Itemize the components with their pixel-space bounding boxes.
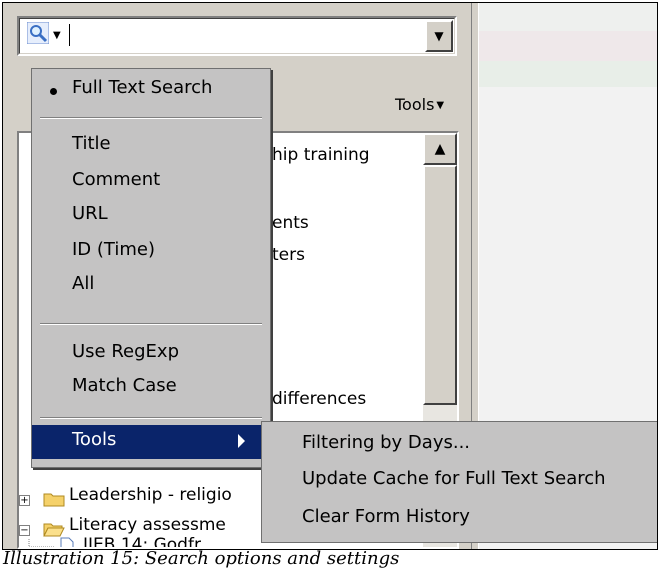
scroll-thumb[interactable] (423, 165, 457, 405)
tree-item-text[interactable]: ters (272, 245, 305, 265)
menu-item-url[interactable]: URL (32, 199, 270, 233)
menu-item-id-time[interactable]: ID (Time) (32, 235, 270, 269)
figure-caption: Illustration 15: Search options and sett… (3, 548, 400, 569)
tree-item-text[interactable]: differences (272, 389, 366, 409)
search-combobox[interactable]: ▼ ▼ (17, 16, 457, 56)
tools-label: Tools (395, 95, 435, 114)
menu-item-label: ID (Time) (72, 239, 155, 260)
chevron-down-icon: ▼ (436, 100, 445, 111)
open-folder-icon (43, 523, 65, 537)
tree-item-text[interactable]: Leadership - religio (69, 485, 232, 505)
submenu-item-clear-form-history[interactable]: Clear Form History (302, 506, 470, 527)
menu-item-title[interactable]: Title (32, 129, 270, 163)
submenu-arrow-icon (238, 434, 245, 448)
tools-menu-button[interactable]: Tools ▼ (395, 95, 444, 114)
scroll-up-icon[interactable]: ▲ (423, 133, 457, 165)
search-options-arrow-icon[interactable]: ▼ (53, 30, 61, 41)
folder-icon (43, 493, 65, 507)
menu-item-full-text-search[interactable]: Full Text Search (32, 73, 270, 107)
tree-item-text[interactable]: Literacy assessme (69, 515, 226, 535)
radio-bullet-icon (50, 88, 57, 95)
search-input[interactable] (75, 23, 409, 49)
menu-item-label: All (72, 273, 95, 294)
app-window: ▼ ▼ Tools ▼ hip training ents ters differ… (2, 2, 658, 550)
menu-item-label: Match Case (72, 375, 177, 396)
search-options-menu: Full Text Search Title Comment URL ID (T… (31, 68, 271, 468)
text-cursor (69, 24, 70, 46)
submenu-item-filtering-by-days[interactable]: Filtering by Days... (302, 432, 470, 453)
menu-separator (40, 117, 262, 119)
menu-item-label: Comment (72, 169, 161, 190)
menu-item-comment[interactable]: Comment (32, 165, 270, 199)
menu-item-match-case[interactable]: Match Case (32, 371, 270, 405)
tree-item-text[interactable]: hip training (272, 145, 370, 165)
menu-item-label: Full Text Search (72, 77, 213, 98)
menu-item-use-regexp[interactable]: Use RegExp (32, 337, 270, 371)
menu-item-label: Title (72, 133, 111, 154)
menu-item-label: Use RegExp (72, 341, 179, 362)
submenu-item-update-cache[interactable]: Update Cache for Full Text Search (302, 468, 606, 489)
collapse-icon[interactable]: − (19, 525, 30, 536)
menu-separator (40, 417, 262, 419)
tools-submenu: Filtering by Days... Update Cache for Fu… (261, 421, 657, 543)
dropdown-arrow-icon[interactable]: ▼ (425, 20, 453, 52)
tree-item-text[interactable]: ents (272, 213, 309, 233)
expand-icon[interactable]: + (19, 495, 30, 506)
menu-item-label: URL (72, 203, 108, 224)
menu-separator (40, 323, 262, 325)
menu-item-tools[interactable]: Tools (32, 425, 270, 459)
search-icon[interactable] (27, 22, 49, 44)
tree-item-text[interactable]: IIEB 14: Godfr (83, 535, 201, 547)
menu-item-label: Tools (72, 429, 117, 450)
menu-item-all[interactable]: All (32, 269, 270, 303)
